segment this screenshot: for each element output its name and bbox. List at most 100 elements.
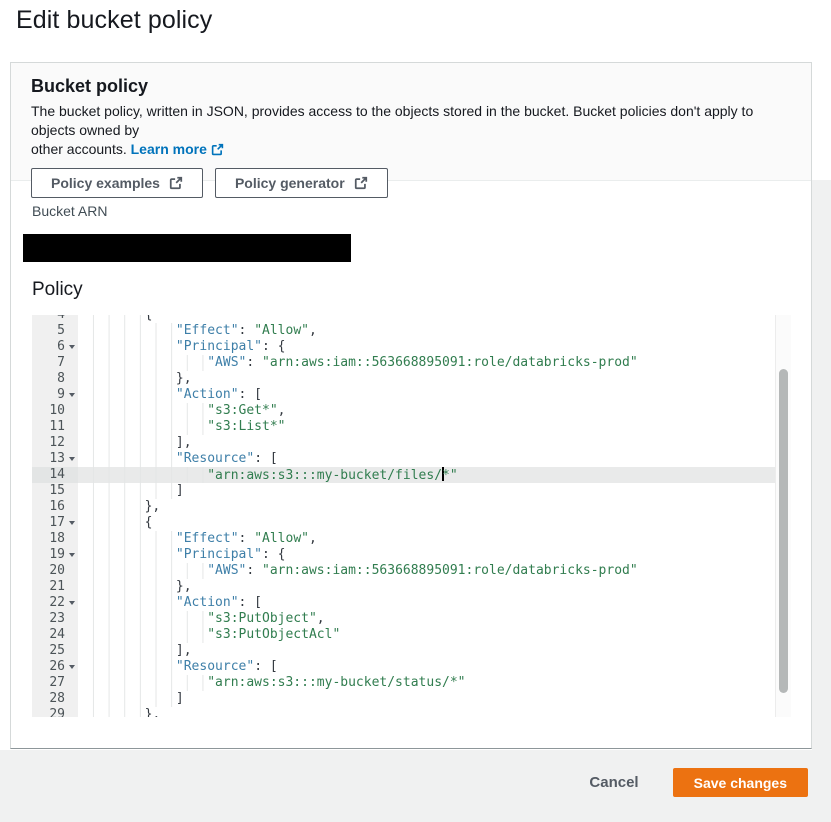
code-line-9[interactable]: 9"Action": [ bbox=[32, 387, 791, 403]
line-number: 8 bbox=[32, 371, 78, 387]
cancel-button[interactable]: Cancel bbox=[585, 768, 642, 797]
code-line-18[interactable]: 18"Effect": "Allow", bbox=[32, 531, 791, 547]
json-string: "s3:PutObject" bbox=[207, 611, 317, 626]
json-punctuation: : { bbox=[262, 339, 285, 354]
editor-scrollbar[interactable] bbox=[775, 315, 791, 717]
json-punctuation: : bbox=[239, 531, 255, 546]
code-line-21[interactable]: 21}, bbox=[32, 579, 791, 595]
line-number[interactable]: 17 bbox=[32, 515, 78, 531]
line-number: 24 bbox=[32, 627, 78, 643]
code-line-11[interactable]: 11"s3:List*" bbox=[32, 419, 791, 435]
fold-arrow-icon[interactable] bbox=[69, 665, 75, 669]
code-line-25[interactable]: 25], bbox=[32, 643, 791, 659]
indent-guides bbox=[82, 435, 176, 451]
code-line-22[interactable]: 22"Action": [ bbox=[32, 595, 791, 611]
indent-guides bbox=[82, 323, 176, 339]
json-punctuation: : bbox=[239, 323, 255, 338]
json-string: "s3:Get*" bbox=[207, 403, 277, 418]
code-line-29[interactable]: 29}, bbox=[32, 707, 791, 717]
line-number: 14 bbox=[32, 467, 78, 483]
line-number[interactable]: 19 bbox=[32, 547, 78, 563]
line-number[interactable]: 22 bbox=[32, 595, 78, 611]
json-punctuation: { bbox=[145, 315, 153, 322]
json-key: "Resource" bbox=[176, 659, 254, 674]
fold-arrow-icon[interactable] bbox=[69, 393, 75, 397]
json-punctuation: : [ bbox=[254, 451, 277, 466]
fold-arrow-icon[interactable] bbox=[69, 521, 75, 525]
line-number: 27 bbox=[32, 675, 78, 691]
json-punctuation: , bbox=[317, 611, 325, 626]
code-line-27[interactable]: 27 "arn:aws:s3:::my-bucket/status/*" bbox=[32, 675, 791, 691]
line-number: 11 bbox=[32, 419, 78, 435]
json-punctuation: ] bbox=[176, 691, 184, 706]
code-line-4[interactable]: 4{ bbox=[32, 315, 791, 323]
json-key: "Principal" bbox=[176, 339, 262, 354]
json-punctuation: { bbox=[145, 515, 153, 530]
line-number[interactable]: 26 bbox=[32, 659, 78, 675]
line-number[interactable]: 6 bbox=[32, 339, 78, 355]
line-number: 16 bbox=[32, 499, 78, 515]
page-title: Edit bucket policy bbox=[16, 6, 212, 35]
fold-arrow-icon[interactable] bbox=[69, 601, 75, 605]
save-changes-button[interactable]: Save changes bbox=[673, 768, 808, 797]
line-number[interactable]: 13 bbox=[32, 451, 78, 467]
json-string: "arn:aws:s3:::my-bucket/status/*" bbox=[207, 675, 465, 690]
panel-actions: Policy examples Policy generator bbox=[31, 168, 791, 198]
code-line-20[interactable]: 20"AWS": "arn:aws:iam::563668895091:role… bbox=[32, 563, 791, 579]
json-key: "Effect" bbox=[176, 323, 239, 338]
panel-header: Bucket policy The bucket policy, written… bbox=[11, 63, 811, 181]
policy-generator-button[interactable]: Policy generator bbox=[215, 168, 388, 198]
learn-more-link[interactable]: Learn more bbox=[131, 140, 224, 159]
description-line-2: other accounts. bbox=[31, 141, 127, 157]
code-line-10[interactable]: 10"s3:Get*", bbox=[32, 403, 791, 419]
json-string: "arn:aws:iam::563668895091:role/databric… bbox=[262, 355, 638, 370]
indent-guides bbox=[82, 643, 176, 659]
panel-description: The bucket policy, written in JSON, prov… bbox=[31, 102, 791, 159]
code-line-8[interactable]: 8}, bbox=[32, 371, 791, 387]
code-line-24[interactable]: 24 "s3:PutObjectAcl" bbox=[32, 627, 791, 643]
code-line-26[interactable]: 26 "Resource": [ bbox=[32, 659, 791, 675]
policy-code-editor[interactable]: 4{5"Effect": "Allow",6"Principal": {7"AW… bbox=[32, 315, 791, 717]
code-line-19[interactable]: 19"Principal": { bbox=[32, 547, 791, 563]
code-line-14[interactable]: 14"arn:aws:s3:::my-bucket/files/*" bbox=[32, 467, 791, 483]
indent-guides bbox=[82, 499, 145, 515]
code-line-7[interactable]: 7"AWS": "arn:aws:iam::563668895091:role/… bbox=[32, 355, 791, 371]
code-line-17[interactable]: 17 { bbox=[32, 515, 791, 531]
line-number: 28 bbox=[32, 691, 78, 707]
json-punctuation: : { bbox=[262, 547, 285, 562]
line-number[interactable]: 9 bbox=[32, 387, 78, 403]
page-background-strip bbox=[812, 180, 831, 750]
code-line-23[interactable]: 23"s3:PutObject", bbox=[32, 611, 791, 627]
indent-guides bbox=[82, 387, 176, 403]
code-line-12[interactable]: 12], bbox=[32, 435, 791, 451]
json-key: "AWS" bbox=[207, 563, 246, 578]
json-string: "s3:PutObjectAcl" bbox=[207, 627, 340, 642]
indent-guides bbox=[82, 531, 176, 547]
fold-arrow-icon[interactable] bbox=[69, 553, 75, 557]
json-punctuation: : [ bbox=[254, 659, 277, 674]
indent-guides bbox=[82, 627, 207, 643]
code-line-15[interactable]: 15] bbox=[32, 483, 791, 499]
code-line-28[interactable]: 28] bbox=[32, 691, 791, 707]
editor-scrollbar-thumb[interactable] bbox=[779, 369, 788, 693]
indent-guides bbox=[82, 707, 145, 717]
indent-guides bbox=[82, 371, 176, 387]
code-line-13[interactable]: 13 "Resource": [ bbox=[32, 451, 791, 467]
indent-guides bbox=[82, 579, 176, 595]
indent-guides bbox=[82, 515, 145, 531]
bucket-arn-value-redacted bbox=[23, 234, 351, 262]
indent-guides bbox=[82, 403, 207, 419]
bucket-policy-panel: Bucket policy The bucket policy, written… bbox=[10, 62, 812, 749]
code-line-5[interactable]: 5"Effect": "Allow", bbox=[32, 323, 791, 339]
policy-examples-label: Policy examples bbox=[51, 175, 160, 191]
external-link-icon bbox=[354, 176, 368, 190]
code-line-16[interactable]: 16}, bbox=[32, 499, 791, 515]
json-punctuation: , bbox=[278, 403, 286, 418]
indent-guides bbox=[82, 675, 207, 691]
fold-arrow-icon[interactable] bbox=[69, 345, 75, 349]
policy-examples-button[interactable]: Policy examples bbox=[31, 168, 203, 198]
json-key: "Resource" bbox=[176, 451, 254, 466]
panel-title: Bucket policy bbox=[31, 76, 791, 97]
code-line-6[interactable]: 6 "Principal": { bbox=[32, 339, 791, 355]
fold-arrow-icon[interactable] bbox=[69, 457, 75, 461]
